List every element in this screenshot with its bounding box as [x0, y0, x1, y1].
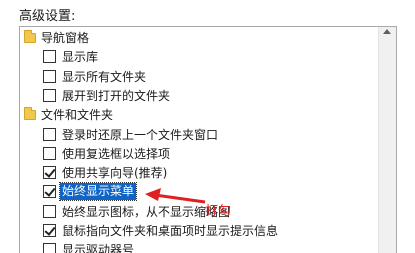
- folder-icon: [24, 30, 36, 43]
- option-label: 显示所有文件夹: [62, 69, 147, 84]
- option-checkbox[interactable]: [43, 204, 56, 218]
- annotation-text: 打勾: [205, 204, 232, 219]
- option-label: 显示库: [62, 50, 99, 65]
- checkmark-icon: [44, 185, 56, 198]
- tree-option[interactable]: 登录时还原上一个文件夹窗口: [20, 125, 380, 145]
- option-label: 始终显示菜单: [58, 182, 138, 202]
- tree-option[interactable]: 使用复选框以选择项: [20, 144, 380, 164]
- checkmark-icon: [44, 224, 56, 236]
- tree-folder: 文件和文件夹: [20, 105, 380, 125]
- tree-option[interactable]: 鼠标指向文件夹和桌面项时显示提示信息: [20, 221, 380, 241]
- vertical-scrollbar[interactable]: [378, 27, 396, 253]
- option-checkbox[interactable]: [43, 166, 56, 180]
- option-checkbox[interactable]: [43, 185, 56, 199]
- option-checkbox[interactable]: [43, 69, 56, 83]
- folder-label: 导航窗格: [41, 31, 90, 45]
- folder-label: 文件和文件夹: [41, 108, 114, 123]
- option-checkbox[interactable]: [43, 88, 56, 102]
- tree-option[interactable]: 展开到打开的文件夹: [20, 86, 380, 106]
- option-label: 鼠标指向文件夹和桌面项时显示提示信息: [62, 224, 279, 238]
- option-checkbox[interactable]: [43, 146, 56, 160]
- option-checkbox[interactable]: [43, 224, 56, 237]
- option-label: 登录时还原上一个文件夹窗口: [62, 127, 219, 142]
- annotation-arrow-head: [145, 188, 161, 201]
- option-label: 使用复选框以选择项: [62, 146, 171, 161]
- tree-option[interactable]: 显示库: [20, 47, 380, 67]
- checkmark-icon: [44, 166, 56, 178]
- option-label: 使用共享向导(推荐): [62, 166, 168, 181]
- option-label: 展开到打开的文件夹: [62, 88, 171, 103]
- advanced-settings-label: 高级设置:: [19, 9, 76, 24]
- tree-option[interactable]: 显示驱动器号: [20, 240, 380, 253]
- folder-icon: [24, 107, 36, 121]
- option-checkbox[interactable]: [43, 127, 56, 141]
- tree-option[interactable]: 使用共享向导(推荐): [20, 163, 380, 183]
- advanced-settings-panel: 高级设置: 导航窗格显示库显示所有文件夹展开到打开的文件夹文件和文件夹登录时还原…: [0, 0, 415, 253]
- tree-folder: 导航窗格: [20, 28, 380, 48]
- annotation-arrow-shaft: [154, 193, 206, 204]
- scroll-up-icon[interactable]: [383, 29, 391, 34]
- tree-option[interactable]: 显示所有文件夹: [20, 67, 380, 87]
- option-checkbox[interactable]: [43, 50, 56, 64]
- option-checkbox[interactable]: [43, 243, 56, 253]
- option-label: 显示驱动器号: [62, 243, 135, 253]
